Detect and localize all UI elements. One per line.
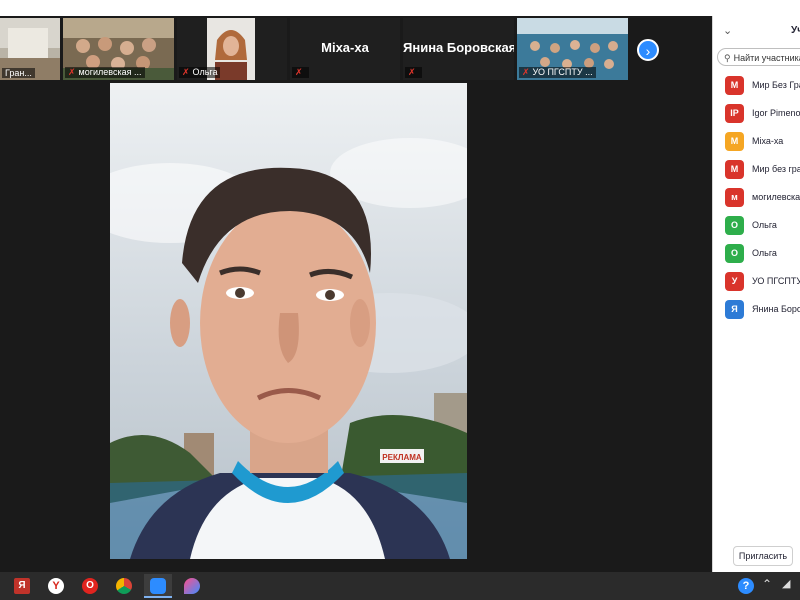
participant-row[interactable]: О Ольга	[713, 240, 800, 268]
participant-row[interactable]: М Міха-ха	[713, 128, 800, 156]
avatar: М	[725, 132, 744, 151]
taskbar-zoom[interactable]	[144, 574, 172, 598]
billboard-sign: РЕКЛАМА	[382, 453, 422, 462]
avatar: М	[725, 160, 744, 179]
participant-thumbnail[interactable]: Міха-ха ✗	[290, 18, 400, 80]
mic-muted-icon: ✗	[522, 67, 530, 77]
avatar: М	[725, 76, 744, 95]
thumbnail-mic-status: ✗	[292, 67, 309, 78]
avatar: IP	[725, 104, 744, 123]
thumbnail-strip: Гран... ✗ могилевская ... ✗ Ольга Міха-х…	[0, 16, 712, 82]
chrome-icon	[116, 578, 132, 594]
participant-name: Ольга	[752, 220, 777, 230]
thumbnail-name: Гран...	[2, 68, 35, 78]
meeting-area: Гран... ✗ могилевская ... ✗ Ольга Міха-х…	[0, 16, 712, 572]
avatar: О	[725, 244, 744, 263]
participant-thumbnail[interactable]: ✗ УО ПГСПТУ ...	[517, 18, 628, 80]
thumbnail-big-name: Міха-ха	[321, 40, 369, 55]
speaker-video-image: РЕКЛАМА	[110, 83, 467, 559]
participant-search-input[interactable]: ⚲ Найти участника	[717, 48, 800, 66]
taskbar-opera[interactable]: O	[76, 574, 104, 598]
windows-taskbar: Я Y O ? ⌃ ◢	[0, 572, 800, 600]
opera-icon: O	[82, 578, 98, 594]
thumbnail-name: ✗ УО ПГСПТУ ...	[519, 67, 596, 78]
participant-name: Міха-ха	[752, 136, 784, 146]
drop-app-icon	[184, 578, 200, 594]
participants-panel: ⌄ Уч ⚲Найти участника М Мир Без Гра IP Igor…	[712, 16, 800, 572]
participant-list: М Мир Без Гра IP Igor Pimenov М Міха-ха М Мир б…	[713, 72, 800, 324]
thumbnail-name: ✗ Ольга	[179, 67, 221, 78]
mic-muted-icon: ✗	[182, 67, 190, 77]
mic-muted-icon: ✗	[408, 67, 416, 77]
avatar: Я	[725, 300, 744, 319]
participant-row[interactable]: М Мир без гра	[713, 156, 800, 184]
participant-row[interactable]: IP Igor Pimenov	[713, 100, 800, 128]
participant-thumbnail[interactable]: Янина Боровская ✗	[403, 18, 514, 80]
thumbnail-mic-status: ✗	[405, 67, 422, 78]
chevron-right-icon: ›	[645, 43, 651, 59]
participant-name: Мир без гра	[752, 164, 800, 174]
participant-row[interactable]: О Ольга	[713, 212, 800, 240]
mic-muted-icon: ✗	[68, 67, 76, 77]
search-icon: ⚲	[724, 53, 731, 63]
next-page-button[interactable]: ›	[637, 39, 659, 61]
panel-header: ⌄ Уч	[713, 16, 800, 46]
participant-name: могилевская	[752, 192, 800, 202]
thumbnail-name: ✗ могилевская ...	[65, 67, 145, 78]
participant-thumbnail[interactable]: Гран...	[0, 18, 60, 80]
participant-row[interactable]: М Мир Без Гра	[713, 72, 800, 100]
mic-muted-icon: ✗	[295, 67, 303, 77]
participant-row[interactable]: Я Янина Боров	[713, 296, 800, 324]
participant-name: Янина Боров	[752, 304, 800, 314]
participant-name: Мир Без Гра	[752, 80, 800, 90]
taskbar-chrome[interactable]	[110, 574, 138, 598]
participant-row[interactable]: У УО ПГСПТУ	[713, 268, 800, 296]
zoom-icon	[150, 578, 166, 594]
yandex-icon: Я	[14, 578, 30, 594]
avatar: О	[725, 216, 744, 235]
active-speaker-video: РЕКЛАМА	[110, 83, 467, 559]
help-icon[interactable]: ?	[738, 578, 754, 594]
participant-thumbnail[interactable]: ✗ могилевская ...	[63, 18, 174, 80]
yandex-browser-icon: Y	[48, 578, 64, 594]
participant-row[interactable]: м могилевская	[713, 184, 800, 212]
participant-name: Igor Pimenov	[752, 108, 800, 118]
invite-button[interactable]: Пригласить	[733, 546, 793, 566]
taskbar-drop-app[interactable]	[178, 574, 206, 598]
thumbnail-big-name: Янина Боровская	[403, 40, 514, 55]
participant-thumbnail[interactable]: ✗ Ольга	[177, 18, 287, 80]
taskbar-yandex[interactable]: Я	[8, 574, 36, 598]
avatar: м	[725, 188, 744, 207]
panel-title: Уч	[791, 25, 800, 36]
tray-chevron-icon[interactable]: ⌃	[762, 577, 772, 595]
chevron-down-icon[interactable]: ⌄	[723, 24, 732, 37]
window-top-bar	[0, 0, 800, 16]
network-icon[interactable]: ◢	[782, 577, 790, 595]
participant-name: УО ПГСПТУ	[752, 276, 800, 286]
taskbar-yandex-browser[interactable]: Y	[42, 574, 70, 598]
avatar: У	[725, 272, 744, 291]
participant-name: Ольга	[752, 248, 777, 258]
